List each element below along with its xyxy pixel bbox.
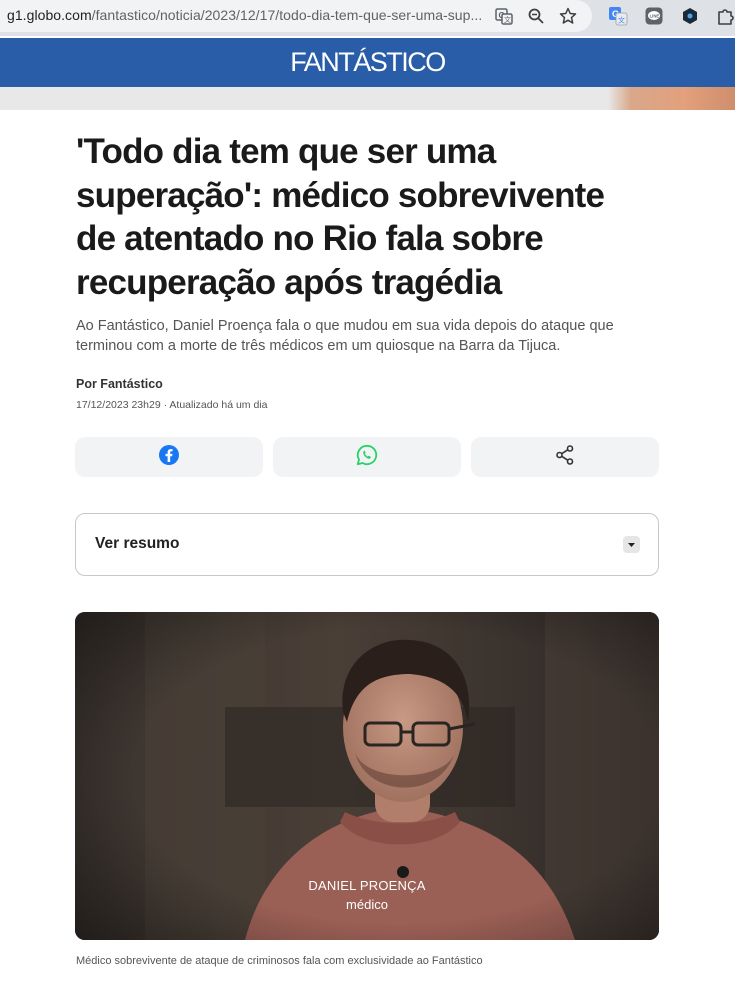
article-subtitle: Ao Fantástico, Daniel Proença fala o que… xyxy=(76,318,614,354)
share-facebook-button[interactable] xyxy=(75,437,263,477)
url-text[interactable]: g1.globo.com/fantastico/noticia/2023/12/… xyxy=(7,7,482,23)
site-logo[interactable]: FANTÁSTICO xyxy=(0,47,735,78)
article-byline: Por Fantástico xyxy=(76,377,163,391)
share-more-button[interactable] xyxy=(471,437,659,477)
photo-caption: Médico sobrevivente de ataque de crimino… xyxy=(76,955,483,967)
banner-image xyxy=(608,87,735,110)
translate-icon[interactable]: G文 xyxy=(494,6,514,26)
article-dateline: 17/12/2023 23h29 · Atualizado há um dia xyxy=(76,399,268,411)
line-extension-icon[interactable]: LINE xyxy=(643,5,665,27)
google-translate-extension-icon[interactable]: G文 xyxy=(607,5,629,27)
photo-overlay-name: DANIEL PROENÇA xyxy=(308,878,426,893)
photo-overlay-role: médico xyxy=(346,897,388,912)
svg-text:LINE: LINE xyxy=(650,13,660,18)
site-header: FANTÁSTICO xyxy=(0,38,735,87)
url-path: /fantastico/noticia/2023/12/17/todo-dia-… xyxy=(91,7,483,23)
address-bar[interactable]: g1.globo.com/fantastico/noticia/2023/12/… xyxy=(0,0,592,32)
summary-accordion[interactable]: Ver resumo xyxy=(75,513,659,576)
article-headline: 'Todo dia tem que ser uma superação': mé… xyxy=(76,132,605,302)
share-icon xyxy=(554,444,576,471)
article-photo[interactable]: DANIEL PROENÇA médico xyxy=(75,612,659,940)
bookmark-star-icon[interactable] xyxy=(558,6,578,26)
browser-toolbar: g1.globo.com/fantastico/noticia/2023/12/… xyxy=(0,0,735,36)
summary-label[interactable]: Ver resumo xyxy=(95,535,179,553)
facebook-icon xyxy=(158,444,180,471)
svg-text:文: 文 xyxy=(618,16,625,25)
hexagon-extension-icon[interactable] xyxy=(679,5,701,27)
puzzle-extension-icon[interactable] xyxy=(714,5,735,27)
zoom-icon[interactable] xyxy=(526,6,546,26)
chevron-down-icon[interactable] xyxy=(623,536,640,553)
whatsapp-icon xyxy=(356,444,378,471)
svg-text:文: 文 xyxy=(504,15,511,24)
url-host: g1.globo.com xyxy=(7,7,92,23)
share-whatsapp-button[interactable] xyxy=(273,437,461,477)
